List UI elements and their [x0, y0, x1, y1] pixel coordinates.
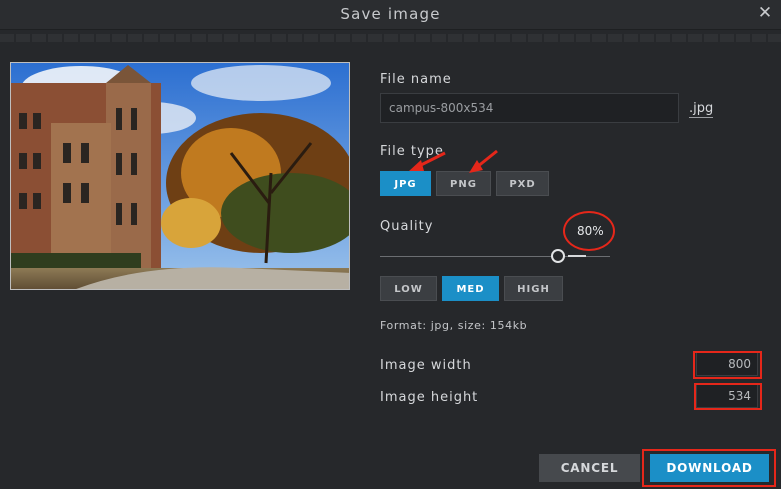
quality-med-button[interactable]: MED: [442, 276, 499, 301]
quality-slider-fill: [568, 255, 586, 257]
format-info: Format: jpg, size: 154kb: [380, 319, 528, 332]
image-width-label: Image width: [380, 358, 472, 373]
image-preview: [10, 62, 350, 290]
image-height-label: Image height: [380, 390, 479, 405]
quality-low-button[interactable]: LOW: [380, 276, 437, 301]
quality-annotation-circle: [563, 211, 615, 251]
divider-strip: [0, 34, 781, 42]
file-extension: .jpg: [689, 101, 714, 118]
quality-label: Quality: [380, 219, 434, 234]
file-name-label: File name: [380, 72, 452, 87]
quality-high-button[interactable]: HIGH: [504, 276, 563, 301]
height-annotation-box: [694, 383, 762, 410]
download-annotation-box: [642, 449, 776, 487]
dialog-titlebar: Save image ✕: [0, 0, 781, 30]
quality-slider-thumb[interactable]: [551, 249, 565, 263]
file-name-input[interactable]: campus-800x534: [380, 93, 679, 123]
dialog-title: Save image: [340, 5, 441, 23]
arrow-icon: [409, 149, 498, 173]
preview-thumbnail: [11, 63, 349, 289]
width-annotation-box: [693, 351, 762, 379]
close-icon[interactable]: ✕: [756, 4, 774, 22]
cancel-button[interactable]: CANCEL: [539, 454, 640, 482]
